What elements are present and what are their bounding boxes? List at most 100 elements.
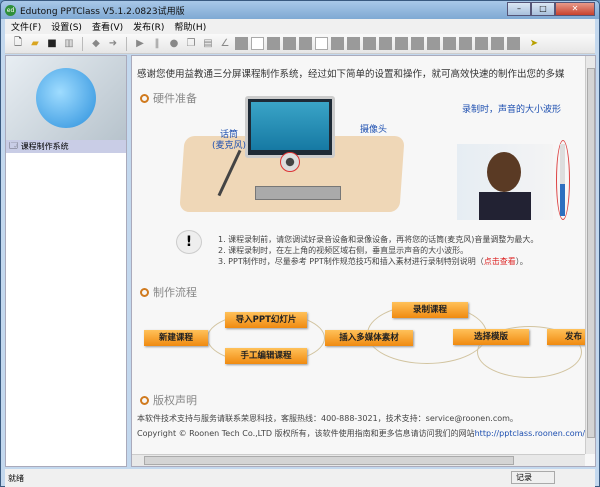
tool-square-icon[interactable] bbox=[283, 37, 296, 50]
tool-square-icon[interactable] bbox=[347, 37, 360, 50]
tool-square-icon[interactable] bbox=[331, 37, 344, 50]
menu-publish[interactable]: 发布(R) bbox=[133, 20, 164, 33]
intro-text: 感谢您使用益教通三分屏课程制作系统，经过如下简单的设置和操作，就可高效快速的制作… bbox=[137, 69, 565, 80]
app-icon: ed bbox=[5, 4, 16, 16]
wave-label: 录制时，声音的大小波形 bbox=[462, 105, 562, 115]
vertical-scrollbar[interactable] bbox=[585, 56, 595, 454]
bullet-ring-icon bbox=[140, 287, 149, 297]
section-title: 制作流程 bbox=[153, 286, 197, 299]
tool-square-icon[interactable] bbox=[491, 37, 504, 50]
bullet-ring-icon bbox=[140, 93, 149, 103]
tool-square-icon[interactable] bbox=[411, 37, 424, 50]
back-arrow-icon[interactable]: ◆ bbox=[89, 37, 103, 51]
section-hardware: 硬件准备 bbox=[140, 90, 197, 106]
copyright-line: Copyright © Roonen Tech Co.,LTD 版权所有，该软件… bbox=[137, 429, 475, 438]
tool-square-icon[interactable] bbox=[235, 37, 248, 50]
status-bar: 就绪 记录 bbox=[5, 469, 595, 487]
flow-step-new-course: 新建课程 bbox=[144, 330, 208, 346]
section-title: 版权声明 bbox=[153, 394, 197, 407]
maximize-button[interactable]: □ bbox=[531, 2, 555, 16]
content-pane: 感谢您使用益教通三分屏课程制作系统，经过如下简单的设置和操作，就可高效快速的制作… bbox=[131, 55, 596, 467]
status-panel-record: 记录 bbox=[511, 471, 555, 484]
window-title: Edutong PPTClass V5.1.2.0823试用版 bbox=[20, 6, 185, 17]
tool-square-icon[interactable] bbox=[459, 37, 472, 50]
scrollbar-thumb[interactable] bbox=[144, 456, 514, 465]
menu-file[interactable]: 文件(F) bbox=[11, 20, 41, 33]
mic-label: 话筒 (麦克风) bbox=[212, 130, 246, 152]
tool-square-icon[interactable] bbox=[251, 37, 264, 50]
minimize-button[interactable]: – bbox=[507, 2, 531, 16]
website-link[interactable]: http://pptclass.roonen.com/ bbox=[475, 429, 586, 438]
support-text: 本软件技术支持与服务请联系荣恩科技，客服热线：400-888-3021，技术支持… bbox=[137, 414, 518, 423]
slide-icon[interactable]: ▤ bbox=[201, 37, 215, 51]
toolbar-separator bbox=[82, 36, 83, 51]
menu-view[interactable]: 查看(V) bbox=[92, 20, 123, 33]
tips-list: 1. 课程录制前，请您调试好录音设备和录像设备，再将您的话筒(麦克风)音量调整为… bbox=[218, 234, 538, 267]
tool-square-icon[interactable] bbox=[379, 37, 392, 50]
presenter-photo bbox=[457, 144, 553, 220]
toolbar: 🗋 ▰ ■ ▥ ◆ ➜ ▶ ‖ ● ❐ ▤ ∠ ➤ bbox=[5, 34, 595, 54]
scrollbar-thumb[interactable] bbox=[587, 68, 595, 438]
tip-text: 3. PPT制作时，尽量参考 PPT制作规范技巧和插入素材进行录制特别说明（ bbox=[218, 257, 484, 266]
mic-label-line: (麦克风) bbox=[212, 141, 247, 151]
sidebar-item-course-system[interactable]: 🗔 课程制作系统 bbox=[6, 140, 126, 153]
tool-square-icon[interactable] bbox=[475, 37, 488, 50]
tool-square-icon[interactable] bbox=[315, 37, 328, 50]
volume-meter bbox=[560, 144, 565, 216]
camera-label: 摄像头 bbox=[360, 125, 388, 135]
course-icon: 🗔 bbox=[9, 140, 18, 150]
view-details-link[interactable]: 点击查看 bbox=[484, 257, 516, 266]
pen-icon[interactable]: ∠ bbox=[218, 37, 232, 51]
webcam-logo bbox=[6, 56, 126, 140]
horizontal-scrollbar[interactable] bbox=[132, 454, 585, 466]
copy-icon[interactable]: ❐ bbox=[184, 37, 198, 51]
section-copyright: 版权声明 bbox=[140, 392, 197, 408]
keyboard-illustration bbox=[255, 186, 341, 200]
tip-item: 1. 课程录制前，请您调试好录音设备和录像设备，再将您的话筒(麦克风)音量调整为… bbox=[218, 235, 539, 244]
flow-step-template: 选择模版 bbox=[453, 329, 529, 345]
section-title: 硬件准备 bbox=[153, 92, 197, 105]
title-bar: ed Edutong PPTClass V5.1.2.0823试用版 – □ ✕ bbox=[1, 1, 599, 19]
save-icon[interactable]: ■ bbox=[45, 37, 59, 51]
tip-text: ）。 bbox=[515, 257, 528, 266]
flow-step-publish: 发布 bbox=[547, 329, 587, 345]
exclamation-icon: ! bbox=[176, 230, 202, 254]
panel-icon[interactable]: ▥ bbox=[62, 37, 76, 51]
camera-illustration bbox=[280, 152, 300, 172]
bullet-ring-icon bbox=[140, 395, 149, 405]
record-icon[interactable]: ● bbox=[167, 37, 181, 51]
close-button[interactable]: ✕ bbox=[555, 2, 595, 16]
flow-step-manual-edit: 手工编辑课程 bbox=[225, 348, 307, 364]
sidebar-item-label: 课程制作系统 bbox=[20, 142, 69, 151]
app-window: ed Edutong PPTClass V5.1.2.0823试用版 – □ ✕… bbox=[0, 0, 600, 487]
menu-bar: 文件(F) 设置(S) 查看(V) 发布(R) 帮助(H) bbox=[5, 19, 595, 34]
new-file-icon[interactable]: 🗋 bbox=[11, 37, 25, 51]
mic-label-line: 话筒 bbox=[220, 130, 239, 140]
open-folder-icon[interactable]: ▰ bbox=[28, 37, 42, 51]
pause-icon[interactable]: ‖ bbox=[150, 37, 164, 51]
webcam-icon bbox=[36, 68, 96, 128]
flow-step-insert-media: 插入多媒体素材 bbox=[325, 330, 413, 346]
flow-step-import-ppt: 导入PPT幻灯片 bbox=[225, 312, 307, 328]
tool-square-icon[interactable] bbox=[267, 37, 280, 50]
tool-square-icon[interactable] bbox=[299, 37, 312, 50]
toolbar-separator bbox=[126, 36, 127, 51]
status-text: 就绪 bbox=[8, 473, 24, 483]
flow-step-record: 录制课程 bbox=[392, 302, 468, 318]
play-icon[interactable]: ▶ bbox=[133, 37, 147, 51]
tool-square-icon[interactable] bbox=[363, 37, 376, 50]
tip-item: 3. PPT制作时，尽量参考 PPT制作规范技巧和插入素材进行录制特别说明（点击… bbox=[218, 256, 538, 267]
monitor-illustration bbox=[245, 96, 335, 158]
tool-square-icon[interactable] bbox=[395, 37, 408, 50]
menu-help[interactable]: 帮助(H) bbox=[174, 20, 206, 33]
section-flow: 制作流程 bbox=[140, 284, 197, 300]
tool-square-icon[interactable] bbox=[427, 37, 440, 50]
tool-square-icon[interactable] bbox=[507, 37, 520, 50]
sidebar: 🗔 课程制作系统 bbox=[5, 55, 127, 467]
forward-arrow-icon[interactable]: ➜ bbox=[106, 37, 120, 51]
tip-item: 2. 课程录制时，在左上角的视频区域右侧，垂直显示声音的大小波形。 bbox=[218, 246, 469, 255]
tool-square-icon[interactable] bbox=[443, 37, 456, 50]
menu-settings[interactable]: 设置(S) bbox=[51, 20, 82, 33]
cursor-icon[interactable]: ➤ bbox=[527, 37, 541, 51]
copyright-text: Copyright © Roonen Tech Co.,LTD 版权所有，该软件… bbox=[137, 428, 585, 439]
